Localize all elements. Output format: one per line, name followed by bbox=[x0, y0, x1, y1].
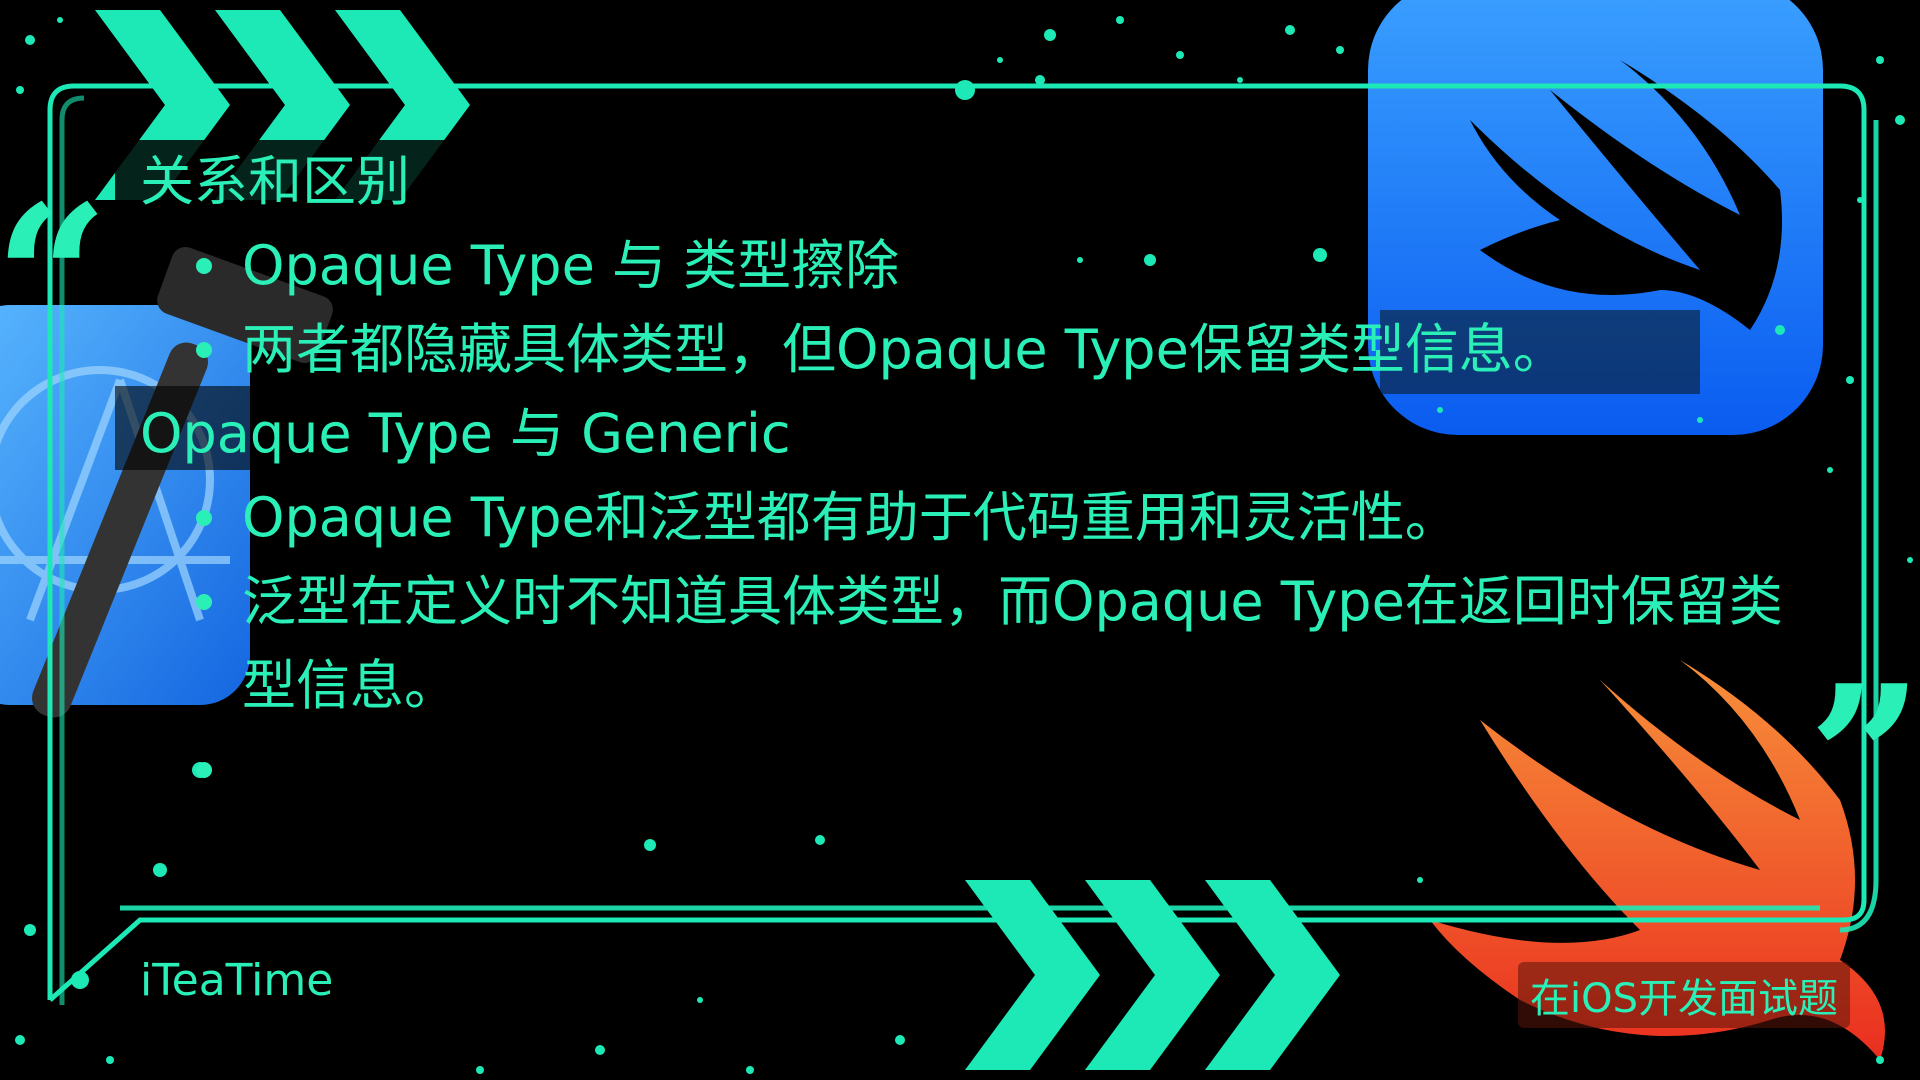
section-heading: Opaque Type 与 Generic bbox=[140, 402, 791, 465]
list-item: 两者都隐藏具体类型，但Opaque Type保留类型信息。 bbox=[140, 308, 1820, 392]
bullet-dot-icon bbox=[196, 510, 212, 526]
list-item: Opaque Type和泛型都有助于代码重用和灵活性。 bbox=[140, 476, 1820, 560]
bullet-text: Opaque Type和泛型都有助于代码重用和灵活性。 bbox=[242, 486, 1459, 549]
bullet-text: 两者都隐藏具体类型，但Opaque Type保留类型信息。 bbox=[242, 318, 1567, 381]
close-quote-mark: ” bbox=[1808, 642, 1920, 877]
bullet-dot-icon bbox=[196, 762, 212, 778]
bullet-text: Opaque Type 与 类型擦除 bbox=[242, 234, 900, 297]
brand-label: iTeaTime bbox=[140, 955, 334, 1006]
bullet-dot-icon bbox=[196, 594, 212, 610]
bullet-dot-icon bbox=[196, 258, 212, 274]
section-heading: 关系和区别 bbox=[140, 150, 410, 213]
bullet-list: Opaque Type 与 类型擦除 两者都隐藏具体类型，但Opaque Typ… bbox=[140, 224, 1820, 392]
slide-content: 关系和区别 Opaque Type 与 类型擦除 两者都隐藏具体类型，但Opaq… bbox=[140, 140, 1820, 778]
bullet-text: 泛型在定义时不知道具体类型，而Opaque Type在返回时保留类型信息。 bbox=[242, 570, 1783, 717]
open-quote-mark: “ bbox=[0, 162, 110, 397]
list-item: Opaque Type 与 类型擦除 bbox=[140, 224, 1820, 308]
list-item: 泛型在定义时不知道具体类型，而Opaque Type在返回时保留类型信息。 bbox=[140, 560, 1820, 728]
bullet-dot-icon bbox=[196, 342, 212, 358]
series-title-badge: 在iOS开发面试题 bbox=[1518, 962, 1850, 1028]
bullet-list: Opaque Type和泛型都有助于代码重用和灵活性。 泛型在定义时不知道具体类… bbox=[140, 476, 1820, 778]
